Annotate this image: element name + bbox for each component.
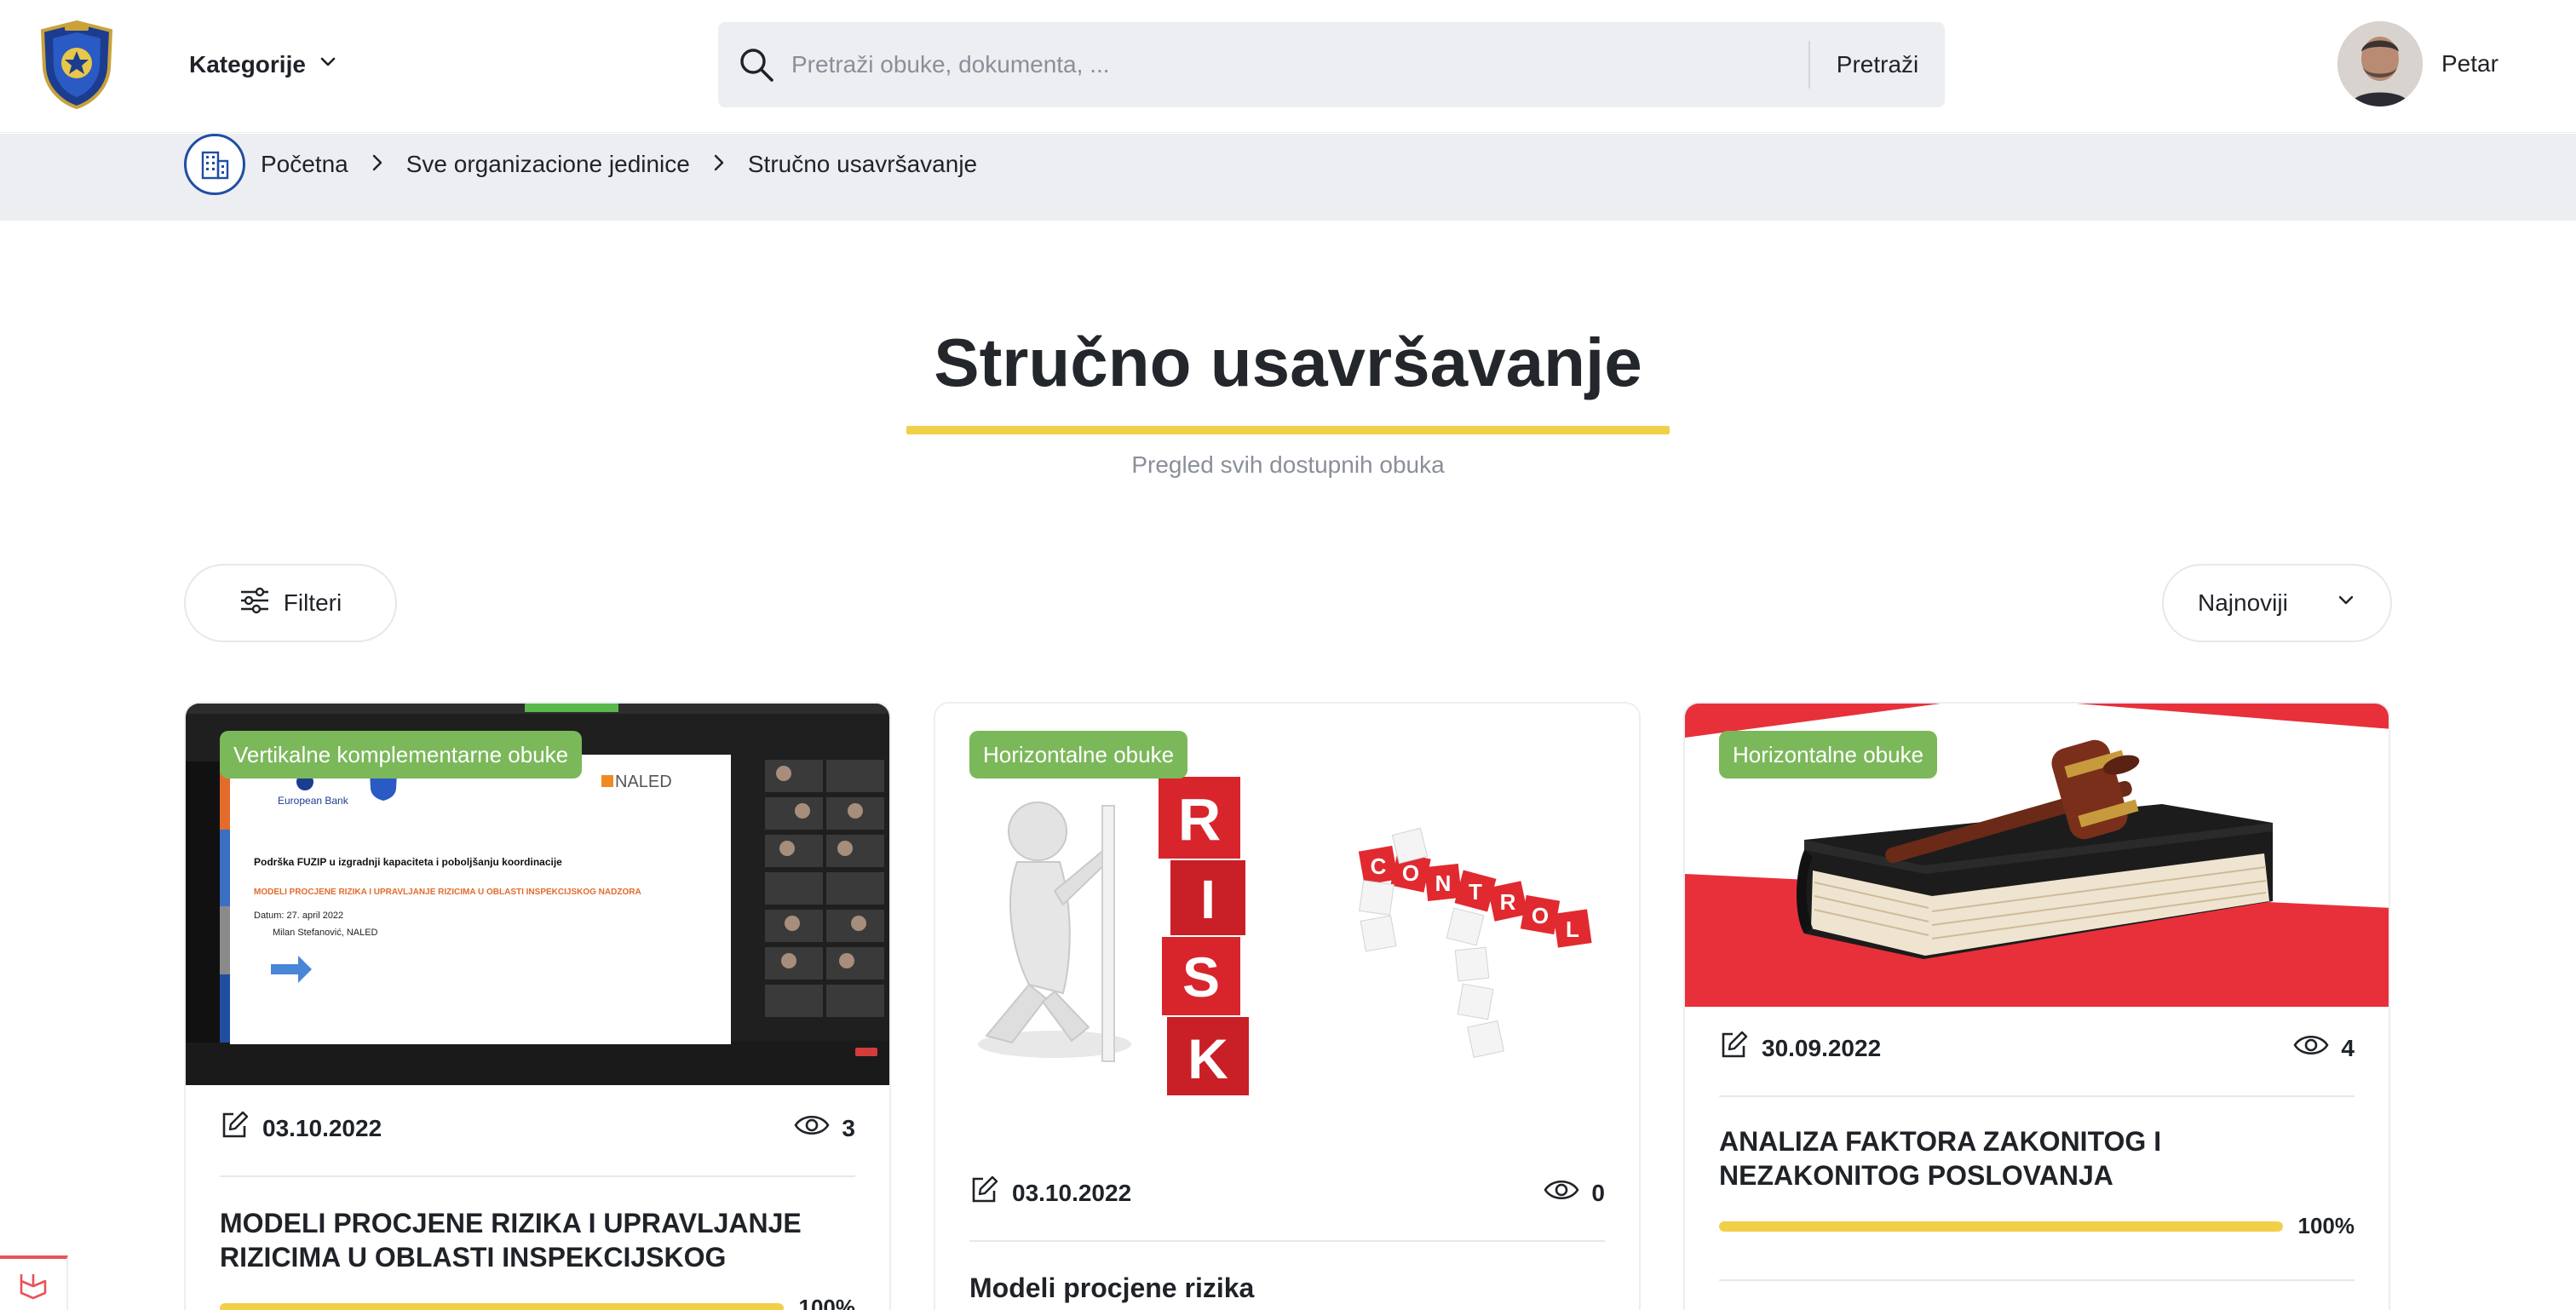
sort-select[interactable]: Najnoviji	[2162, 564, 2392, 642]
course-image: Horizontalne obuke	[1685, 704, 2389, 1007]
slide-bank-text: European Bank	[278, 795, 349, 807]
building-icon[interactable]	[184, 134, 245, 195]
chevron-right-icon	[371, 152, 384, 178]
card-divider	[1719, 1095, 2355, 1097]
risk-letter-i: I	[1200, 869, 1216, 930]
edit-icon	[220, 1111, 249, 1146]
slide-line-3: Datum: 27. april 2022	[254, 911, 343, 921]
breadcrumb-bar: Početna Sve organizacione jedinice Struč…	[0, 134, 2576, 221]
progress-label: 100%	[2297, 1213, 2355, 1238]
card-date: 03.10.2022	[262, 1114, 382, 1141]
risk-letter-r: R	[1178, 786, 1222, 853]
risk-letter-k: K	[1187, 1027, 1228, 1090]
control-letter-6: O	[1532, 903, 1549, 928]
title-underline	[906, 426, 1670, 434]
category-badge: Horizontalne obuke	[1719, 731, 1938, 779]
card-meta: 30.09.2022 4	[1719, 1031, 2355, 1066]
chevron-down-icon	[318, 51, 338, 78]
user-name: Petar	[2441, 50, 2498, 77]
control-letter-7: L	[1566, 916, 1579, 942]
sliders-icon	[239, 587, 270, 620]
category-badge: Horizontalne obuke	[969, 731, 1188, 779]
eye-icon	[2293, 1032, 2329, 1064]
card-views: 0	[1591, 1179, 1605, 1206]
card-title[interactable]: Modeli procjene rizika	[969, 1271, 1605, 1305]
edit-icon	[969, 1175, 998, 1210]
card-divider	[220, 1175, 855, 1177]
course-image: R I S K C O N T R O L Horizontalne obuke	[935, 704, 1639, 1104]
filters-button[interactable]: Filteri	[184, 564, 397, 642]
slide-line-2: MODELI PROCJENE RIZIKA I UPRAVLJANJE RIZ…	[254, 888, 641, 897]
search-input[interactable]	[791, 22, 1808, 107]
category-badge: Vertikalne komplementarne obuke	[220, 731, 583, 779]
course-card[interactable]: Horizontalne obuke 30.09.2022 4 ANALIZA …	[1683, 702, 2390, 1310]
progress-fill	[220, 1302, 784, 1310]
control-letter-2: O	[1402, 860, 1419, 886]
progress-label: 100%	[798, 1295, 856, 1310]
search-button[interactable]: Pretraži	[1810, 22, 1945, 107]
slide-line-4: Milan Stefanović, NALED	[273, 928, 378, 938]
course-card[interactable]: R I S K C O N T R O L Horizontalne obuke…	[934, 702, 1641, 1310]
risk-letter-s: S	[1182, 945, 1220, 1008]
breadcrumb-home[interactable]: Početna	[261, 151, 348, 178]
card-title[interactable]: ANALIZA FAKTORA ZAKONITOG I NEZAKONITOG …	[1719, 1124, 2355, 1192]
search-bar: Pretraži	[718, 22, 1945, 107]
control-letter-5: R	[1500, 889, 1516, 915]
categories-dropdown[interactable]: Kategorije	[189, 44, 338, 85]
breadcrumb: Početna Sve organizacione jedinice Struč…	[184, 134, 977, 195]
card-divider	[1719, 1279, 2355, 1281]
user-menu[interactable]: Petar	[2337, 21, 2498, 106]
top-header: Kategorije Pretraži Petar	[0, 0, 2576, 133]
course-image: European Bank NALED Podrška FUZIP u izgr…	[186, 704, 889, 1085]
categories-label: Kategorije	[189, 51, 306, 78]
eye-icon	[1544, 1177, 1579, 1209]
control-letter-3: N	[1435, 870, 1452, 896]
card-date: 30.09.2022	[1762, 1034, 1882, 1061]
breadcrumb-org-units[interactable]: Sve organizacione jedinice	[406, 151, 690, 178]
chevron-right-icon	[712, 152, 726, 178]
page-title: Stručno usavršavanje	[934, 325, 1642, 400]
control-letter-4: T	[1469, 879, 1482, 905]
control-letter-1: C	[1371, 853, 1387, 879]
search-icon	[735, 43, 778, 86]
card-meta: 03.10.2022 0	[969, 1175, 1605, 1210]
slide-line-1: Podrška FUZIP u izgradnji kapaciteta i p…	[254, 856, 562, 868]
card-divider	[969, 1240, 1605, 1242]
progress-bar: 100%	[220, 1295, 855, 1310]
debugbar-icon[interactable]	[0, 1255, 68, 1310]
sort-value: Najnoviji	[2198, 589, 2288, 616]
page-subtitle: Pregled svih dostupnih obuka	[1131, 451, 1445, 478]
card-date: 03.10.2022	[1012, 1179, 1132, 1206]
card-meta: 03.10.2022 3	[220, 1111, 855, 1146]
progress-fill	[1719, 1221, 2283, 1232]
progress-bar: 100%	[1719, 1213, 2355, 1239]
edit-icon	[1719, 1031, 1748, 1066]
card-title[interactable]: MODELI PROCJENE RIZIKA I UPRAVLJANJE RIZ…	[220, 1206, 855, 1274]
avatar[interactable]	[2337, 21, 2423, 106]
logo[interactable]	[39, 20, 114, 110]
filters-label: Filteri	[283, 589, 342, 616]
course-card[interactable]: European Bank NALED Podrška FUZIP u izgr…	[184, 702, 891, 1310]
chevron-down-icon	[2336, 589, 2356, 617]
breadcrumb-current: Stručno usavršavanje	[747, 151, 978, 177]
card-views: 3	[842, 1114, 855, 1141]
slide-naled-text: NALED	[615, 773, 672, 791]
eye-icon	[794, 1112, 830, 1144]
card-views: 4	[2341, 1034, 2355, 1061]
